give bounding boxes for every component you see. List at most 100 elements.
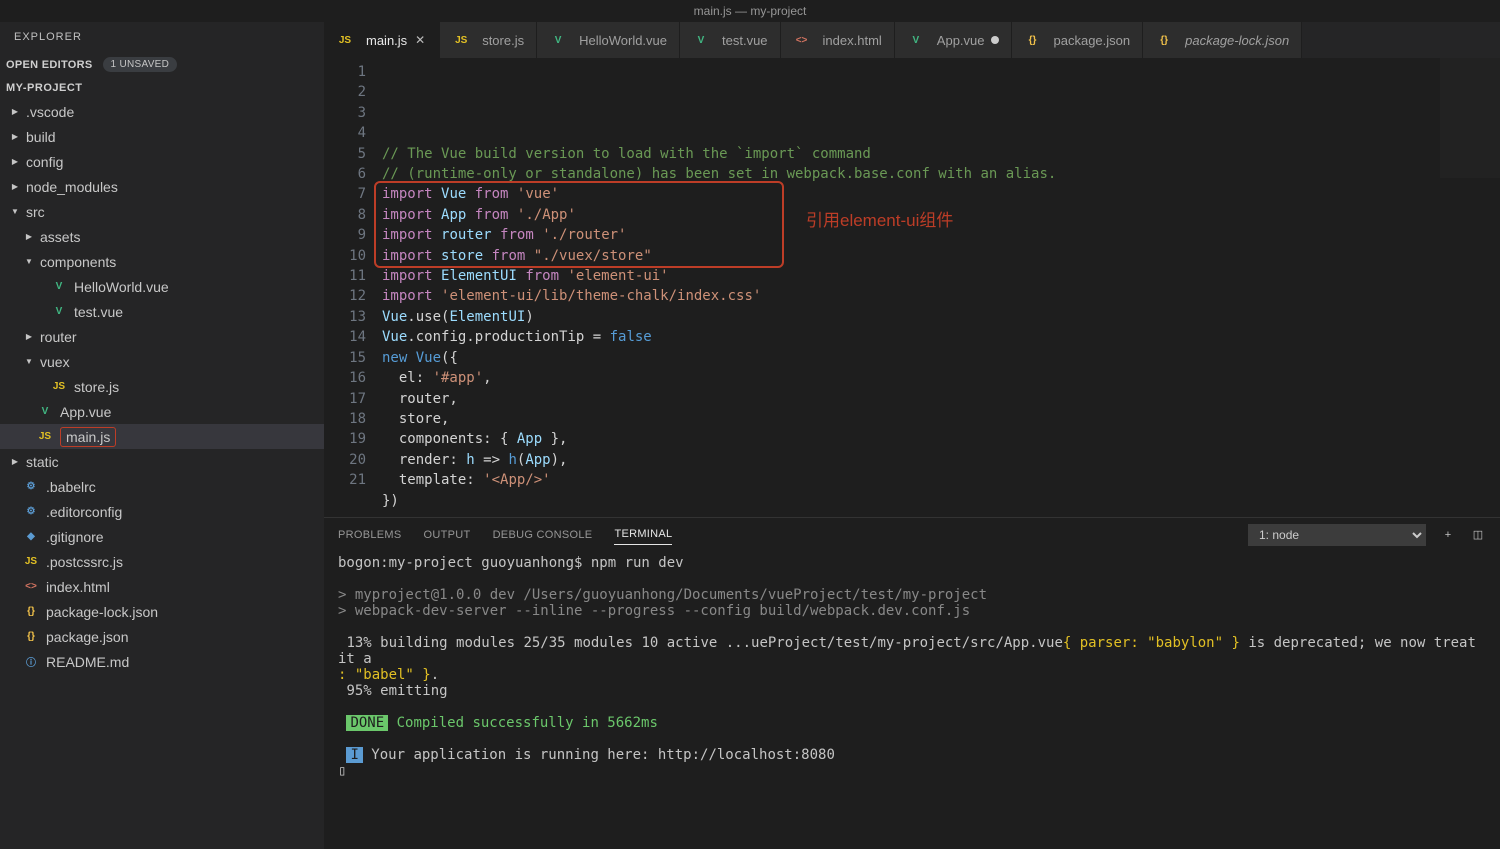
tree-item-config[interactable]: ▶config [0, 149, 324, 174]
terminal-selector[interactable]: 1: node [1248, 524, 1426, 546]
tree-item-assets[interactable]: ▶assets [0, 224, 324, 249]
tree-item-label: components [40, 254, 116, 270]
code-line: import store from "./vuex/store" [382, 246, 1500, 266]
tree-item-label: store.js [74, 379, 119, 395]
code-line: import Vue from 'vue' [382, 184, 1500, 204]
tree-item-label: .postcssrc.js [46, 554, 123, 570]
tree-item-label: test.vue [74, 304, 123, 320]
debug-console-tab[interactable]: DEBUG CONSOLE [493, 525, 593, 545]
tree-item-package-lock.json[interactable]: ▶{}package-lock.json [0, 599, 324, 624]
file-icon: {} [22, 603, 40, 621]
tree-item-label: App.vue [60, 404, 111, 420]
code-line: template: '<App/>' [382, 470, 1500, 490]
chevron-right-icon: ▶ [8, 455, 22, 469]
tree-item-router[interactable]: ▶ router [0, 324, 324, 349]
tree-item-main.js[interactable]: ▶JSmain.js [0, 424, 324, 449]
open-editors-section[interactable]: OPEN EDITORS 1 UNSAVED [0, 52, 324, 77]
tree-item-.editorconfig[interactable]: ▶⚙.editorconfig [0, 499, 324, 524]
tab-App.vue[interactable]: V App.vue [895, 22, 1012, 58]
split-terminal-icon[interactable]: ◫ [1470, 527, 1486, 543]
code-line: render: h => h(App), [382, 450, 1500, 470]
file-icon: V [50, 303, 68, 321]
minimap[interactable] [1440, 58, 1500, 178]
file-icon: <> [793, 31, 811, 49]
tree-item-components[interactable]: ▼ components [0, 249, 324, 274]
tree-item-label: assets [40, 229, 80, 245]
tab-label: HelloWorld.vue [579, 33, 667, 48]
code-line: new Vue({ [382, 348, 1500, 368]
chevron-right-icon: ▶ [8, 180, 22, 194]
tree-item-.vscode[interactable]: ▶ .vscode [0, 99, 324, 124]
tree-item-label: config [26, 154, 63, 170]
chevron-down-icon: ▼ [8, 205, 22, 219]
editor-area[interactable]: 123456789101112131415161718192021 引用elem… [324, 58, 1500, 517]
code-content[interactable]: 引用element-ui组件 // The Vue build version … [382, 58, 1500, 517]
file-icon: <> [22, 578, 40, 596]
chevron-down-icon: ▼ [22, 355, 36, 369]
problems-tab[interactable]: PROBLEMS [338, 525, 402, 545]
file-icon: ◆ [22, 528, 40, 546]
sidebar: EXPLORER OPEN EDITORS 1 UNSAVED MY-PROJE… [0, 22, 324, 849]
tab-label: App.vue [937, 33, 985, 48]
tree-item-.babelrc[interactable]: ▶⚙.babelrc [0, 474, 324, 499]
chevron-right-icon: ▶ [22, 330, 36, 344]
unsaved-badge: 1 UNSAVED [103, 57, 178, 72]
tree-item-label: README.md [46, 654, 129, 670]
tree-item-index.html[interactable]: ▶<>index.html [0, 574, 324, 599]
new-terminal-icon[interactable]: + [1440, 527, 1456, 543]
output-tab[interactable]: OUTPUT [424, 525, 471, 545]
tab-label: package-lock.json [1185, 33, 1289, 48]
code-line: import 'element-ui/lib/theme-chalk/index… [382, 286, 1500, 306]
file-icon: V [549, 31, 567, 49]
tree-item-package.json[interactable]: ▶{}package.json [0, 624, 324, 649]
tab-test.vue[interactable]: Vtest.vue [680, 22, 781, 58]
tab-label: index.html [823, 33, 882, 48]
tree-item-label: index.html [46, 579, 110, 595]
tree-item-label: main.js [60, 427, 116, 447]
file-icon: JS [50, 378, 68, 396]
tree-item-label: .editorconfig [46, 504, 122, 520]
tree-item-src[interactable]: ▼src [0, 199, 324, 224]
code-line: store, [382, 409, 1500, 429]
title-bar: main.js — my-project [0, 0, 1500, 22]
editor-tabs: JS main.js ✕ JSstore.js V HelloWorld.vue Vtest… [324, 22, 1500, 58]
tree-item-label: .gitignore [46, 529, 104, 545]
file-icon: {} [22, 628, 40, 646]
code-line: }) [382, 491, 1500, 511]
tree-item-label: .babelrc [46, 479, 96, 495]
tree-item-label: .vscode [26, 104, 74, 120]
tree-item-HelloWorld.vue[interactable]: ▶VHelloWorld.vue [0, 274, 324, 299]
tree-item-node_modules[interactable]: ▶node_modules [0, 174, 324, 199]
tree-item-build[interactable]: ▶build [0, 124, 324, 149]
tree-item-vuex[interactable]: ▼vuex [0, 349, 324, 374]
tree-item-README.md[interactable]: ▶ⓘREADME.md [0, 649, 324, 674]
project-header[interactable]: MY-PROJECT [0, 77, 324, 99]
tab-index.html[interactable]: <> index.html [781, 22, 895, 58]
tree-item-.postcssrc.js[interactable]: ▶JS.postcssrc.js [0, 549, 324, 574]
tree-item-label: router [40, 329, 77, 345]
file-icon: JS [336, 31, 354, 49]
close-icon[interactable]: ✕ [413, 33, 427, 47]
terminal-output[interactable]: bogon:my-project guoyuanhong$ npm run de… [324, 551, 1500, 849]
terminal-tab[interactable]: TERMINAL [614, 524, 672, 545]
tab-HelloWorld.vue[interactable]: V HelloWorld.vue [537, 22, 680, 58]
tree-item-static[interactable]: ▶static [0, 449, 324, 474]
tree-item-label: build [26, 129, 56, 145]
tab-store.js[interactable]: JSstore.js [440, 22, 537, 58]
tree-item-App.vue[interactable]: ▶VApp.vue [0, 399, 324, 424]
tab-main.js[interactable]: JS main.js ✕ [324, 22, 440, 58]
explorer-header: EXPLORER [0, 22, 324, 52]
tree-item-test.vue[interactable]: ▶Vtest.vue [0, 299, 324, 324]
tab-package.json[interactable]: {}package.json [1012, 22, 1144, 58]
chevron-down-icon: ▼ [22, 255, 36, 269]
dirty-indicator-icon [991, 36, 999, 44]
tree-item-.gitignore[interactable]: ▶◆.gitignore [0, 524, 324, 549]
tree-item-store.js[interactable]: ▶JSstore.js [0, 374, 324, 399]
bottom-panel: PROBLEMS OUTPUT DEBUG CONSOLE TERMINAL 1… [324, 517, 1500, 849]
tab-label: package.json [1054, 33, 1131, 48]
tab-label: main.js [366, 33, 407, 48]
chevron-right-icon: ▶ [8, 105, 22, 119]
tab-package-lock.json[interactable]: {}package-lock.json [1143, 22, 1302, 58]
code-line: Vue.config.productionTip = false [382, 327, 1500, 347]
file-icon: V [907, 31, 925, 49]
